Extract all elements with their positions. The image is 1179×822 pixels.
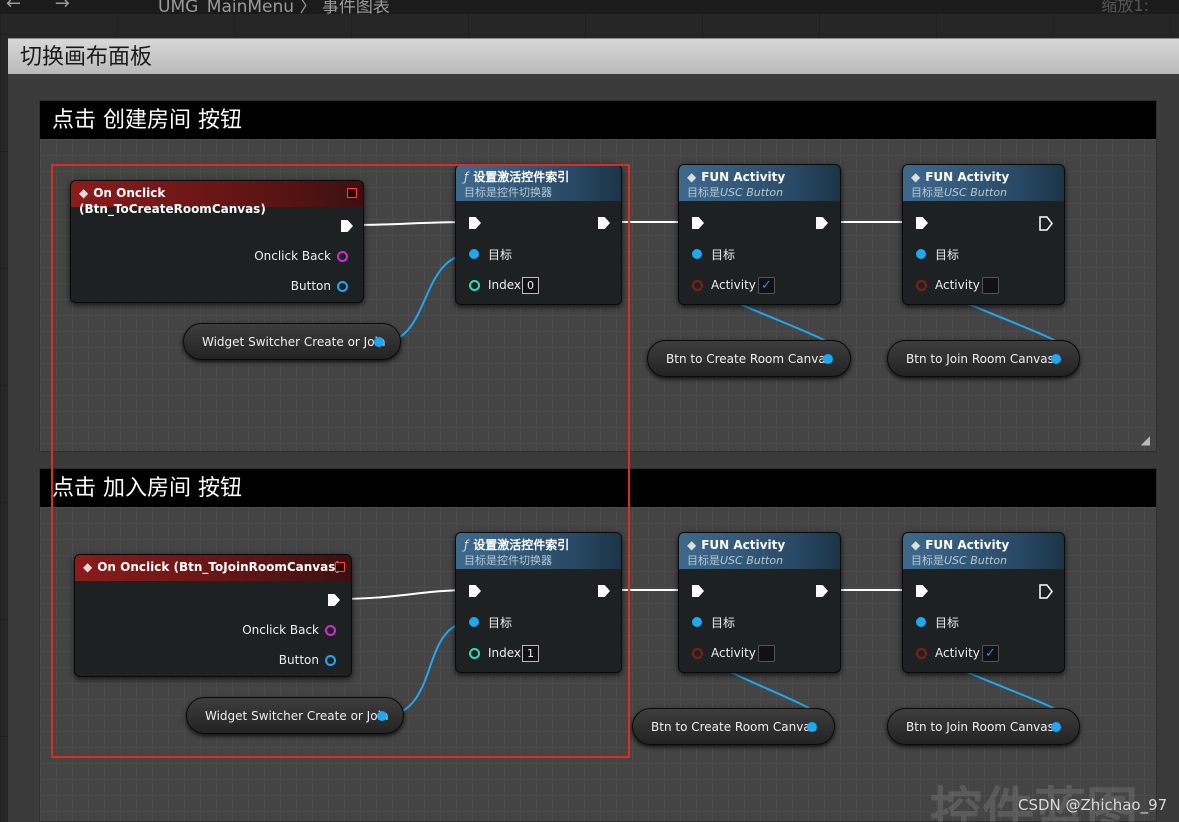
comment-group-title[interactable]: 点击 创建房间 按钮 [40, 101, 1156, 139]
subtitle-type: USC Button [720, 186, 784, 199]
comment-title[interactable]: 切换画布面板 [8, 39, 1179, 74]
function-diamond-icon: ◆ [911, 170, 921, 184]
function-header[interactable]: ◆ FUN Activity 目标是USC Button [679, 165, 840, 201]
target-pin[interactable] [916, 249, 926, 259]
zoom-label: 缩放1: [1101, 0, 1149, 14]
activity-checkbox[interactable] [758, 645, 775, 662]
variable-btn-create[interactable]: Btn to Create Room Canvas [632, 708, 835, 745]
exec-in-pin[interactable] [916, 217, 928, 229]
function-diamond-icon: ◆ [687, 170, 697, 184]
variable-out-pin[interactable] [807, 722, 817, 732]
activity-checkbox[interactable]: ✓ [758, 277, 775, 294]
fun-activity-node[interactable]: ◆ FUN Activity 目标是USC Button 目标 Activity … [678, 164, 841, 305]
activity-checkbox[interactable]: ✓ [982, 645, 999, 662]
activity-pin[interactable] [916, 280, 927, 291]
activity-pin[interactable] [692, 280, 703, 291]
function-header[interactable]: ◆ FUN Activity 目标是USC Button [903, 165, 1064, 201]
annotation-highlight-box [51, 164, 630, 758]
fun-activity-node[interactable]: ◆ FUN Activity 目标是USC Button 目标 Activity … [902, 532, 1065, 673]
fun-activity-node[interactable]: ◆ FUN Activity 目标是USC Button 目标 Activity [678, 532, 841, 673]
credit-watermark: CSDN @Zhichao_97 [1018, 796, 1168, 814]
breadcrumb[interactable]: UMG_MainMenu 〉 事件图表 [158, 0, 390, 14]
variable-out-pin[interactable] [823, 354, 833, 364]
exec-in-pin[interactable] [916, 585, 928, 597]
function-diamond-icon: ◆ [911, 538, 921, 552]
function-title: FUN Activity [925, 170, 1010, 184]
exec-in-pin[interactable] [692, 217, 704, 229]
resize-handle-icon[interactable]: ◢ [1141, 433, 1150, 447]
activity-pin[interactable] [916, 648, 927, 659]
pin-label: 目标 [935, 248, 960, 262]
pin-label: Activity [711, 646, 756, 660]
variable-label: Btn to Create Room Canvas [666, 352, 832, 366]
variable-out-pin[interactable] [1051, 354, 1061, 364]
subtitle-prefix: 目标是 [687, 554, 720, 567]
pin-label: Activity [935, 646, 980, 660]
navigation-arrows[interactable]: ← → [6, 0, 84, 14]
subtitle-type: USC Button [944, 554, 1008, 567]
target-pin[interactable] [692, 617, 702, 627]
variable-btn-join[interactable]: Btn to Join Room Canvas [887, 708, 1080, 745]
subtitle-prefix: 目标是 [687, 186, 720, 199]
subtitle-type: USC Button [944, 186, 1008, 199]
pin-label: Activity [711, 278, 756, 292]
subtitle-prefix: 目标是 [911, 554, 944, 567]
pin-label: 目标 [711, 616, 736, 630]
function-title: FUN Activity [701, 538, 786, 552]
exec-out-pin[interactable] [816, 585, 828, 597]
pin-label: 目标 [935, 616, 960, 630]
exec-out-pin[interactable] [816, 217, 828, 229]
subtitle-prefix: 目标是 [911, 186, 944, 199]
exec-in-pin[interactable] [692, 585, 704, 597]
exec-out-pin-hollow-icon[interactable] [1039, 584, 1053, 599]
variable-btn-join[interactable]: Btn to Join Room Canvas [887, 340, 1080, 377]
target-pin[interactable] [916, 617, 926, 627]
exec-out-pin-hollow-icon[interactable] [1039, 216, 1053, 231]
function-header[interactable]: ◆ FUN Activity 目标是USC Button [903, 533, 1064, 569]
activity-pin[interactable] [692, 648, 703, 659]
fun-activity-node[interactable]: ◆ FUN Activity 目标是USC Button 目标 Activity [902, 164, 1065, 305]
function-subtitle: 目标是USC Button [911, 553, 1056, 569]
activity-checkbox[interactable] [982, 277, 999, 294]
function-title: FUN Activity [701, 170, 786, 184]
function-subtitle: 目标是USC Button [687, 185, 832, 201]
variable-label: Btn to Create Room Canvas [651, 720, 817, 734]
function-subtitle: 目标是USC Button [911, 185, 1056, 201]
function-header[interactable]: ◆ FUN Activity 目标是USC Button [679, 533, 840, 569]
pin-label: Activity [935, 278, 980, 292]
target-pin[interactable] [692, 249, 702, 259]
subtitle-type: USC Button [720, 554, 784, 567]
variable-out-pin[interactable] [1051, 722, 1061, 732]
function-title: FUN Activity [925, 538, 1010, 552]
variable-label: Btn to Join Room Canvas [906, 352, 1054, 366]
toolbar: ← → UMG_MainMenu 〉 事件图表 缩放1: [0, 0, 1179, 14]
function-subtitle: 目标是USC Button [687, 553, 832, 569]
variable-btn-create[interactable]: Btn to Create Room Canvas [647, 340, 851, 377]
pin-label: 目标 [711, 248, 736, 262]
function-diamond-icon: ◆ [687, 538, 697, 552]
variable-label: Btn to Join Room Canvas [906, 720, 1054, 734]
